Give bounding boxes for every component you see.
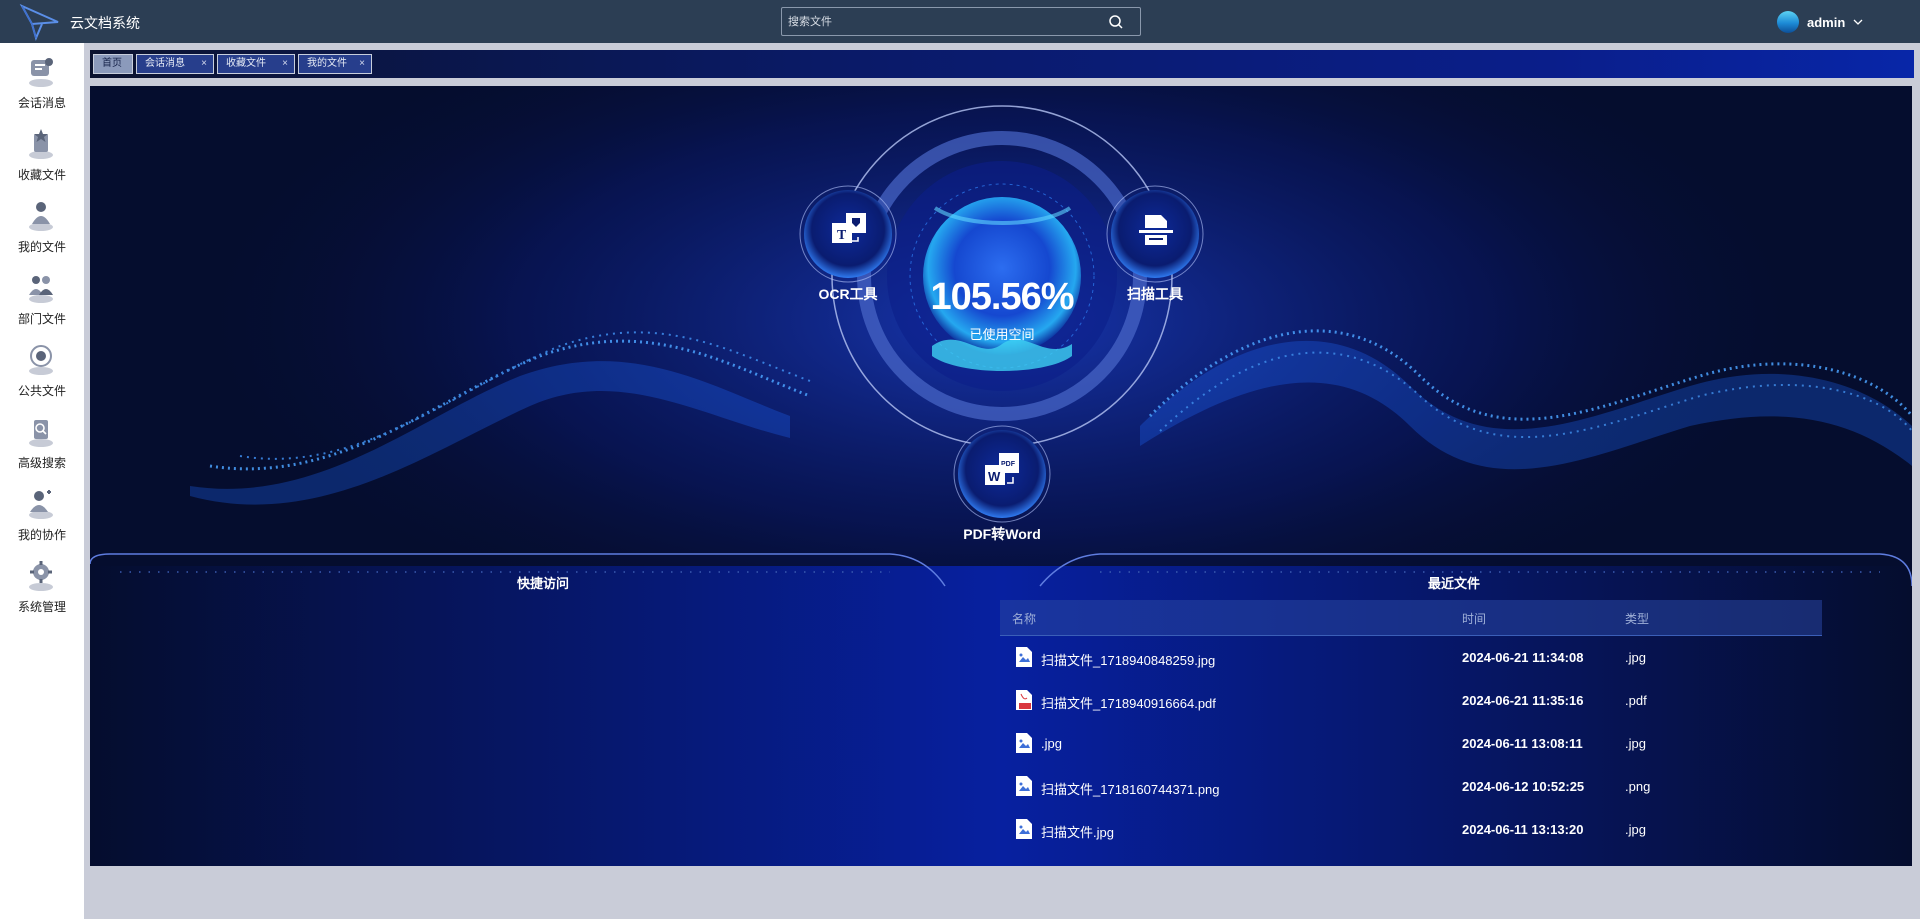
table-row[interactable]: 扫描文件_1718940848259.jpg 2024-06-21 11:34:… xyxy=(1000,636,1822,679)
recent-files-title: 最近文件 xyxy=(1428,576,1481,591)
sidebar-item-label: 部门文件 xyxy=(17,312,66,326)
scanner-icon xyxy=(1139,215,1173,245)
my-files-icon xyxy=(29,202,53,231)
advanced-search-icon xyxy=(29,420,53,447)
search-icon[interactable] xyxy=(1108,14,1124,30)
sidebar-item-label: 收藏文件 xyxy=(17,168,66,182)
user-name[interactable]: admin xyxy=(1807,15,1845,30)
file-time: 2024-06-11 13:13:20 xyxy=(1462,822,1584,837)
search-input[interactable] xyxy=(782,8,1082,35)
table-header: 名称 时间 类型 xyxy=(1000,600,1822,636)
file-type: .jpg xyxy=(1625,736,1646,751)
file-type: .png xyxy=(1625,779,1651,794)
page-bottom-area xyxy=(84,866,1920,919)
image-file-icon xyxy=(1016,819,1032,839)
sidebar-item-department[interactable]: 部门文件 xyxy=(0,265,84,337)
file-time: 2024-06-12 10:52:25 xyxy=(1462,779,1585,794)
tabs-bar: 首页 会话消息 × 收藏文件 × 我的文件 × xyxy=(90,50,1914,78)
tab-my-files[interactable]: 我的文件 × xyxy=(298,54,372,74)
sidebar-item-favorites[interactable]: 收藏文件 xyxy=(0,121,84,193)
file-type: .pdf xyxy=(1625,693,1647,708)
pdf-file-icon xyxy=(1016,690,1032,710)
column-header-type: 类型 xyxy=(1625,612,1650,626)
image-file-icon xyxy=(1016,776,1032,796)
sidebar-item-label: 会话消息 xyxy=(17,96,66,110)
quick-access-title: 快捷访问 xyxy=(517,576,570,591)
chat-icon xyxy=(29,58,53,87)
chevron-down-icon[interactable] xyxy=(1853,17,1863,27)
logo-icon xyxy=(19,3,59,41)
sidebar-item-label: 系统管理 xyxy=(17,600,66,614)
table-row[interactable]: 扫描文件_1718160744371.png 2024-06-12 10:52:… xyxy=(1000,765,1822,808)
sidebar: 会话消息 收藏文件 我的文件 部门文件 公共文件 高级搜索 我的协作 系统管理 xyxy=(0,43,84,919)
collaboration-icon xyxy=(29,490,53,519)
sidebar-item-label: 我的文件 xyxy=(17,240,66,254)
file-name[interactable]: 扫描文件_1718940848259.jpg xyxy=(1041,650,1215,669)
image-file-icon xyxy=(1016,647,1032,667)
ocr-icon: T xyxy=(832,213,866,243)
pdf-to-word-label: PDF转Word xyxy=(963,526,1041,542)
sidebar-item-collaboration[interactable]: 我的协作 xyxy=(0,481,84,553)
column-header-time: 时间 xyxy=(1462,612,1487,626)
sidebar-item-my-files[interactable]: 我的文件 xyxy=(0,193,84,265)
ocr-tool-label: OCR工具 xyxy=(818,286,878,302)
pdf-to-word-button[interactable]: PDF W PDF转Word xyxy=(957,429,1047,542)
tab-label: 首页 xyxy=(102,58,122,69)
tab-home[interactable]: 首页 xyxy=(93,54,133,74)
tab-favorites[interactable]: 收藏文件 × xyxy=(217,54,295,74)
sidebar-item-label: 我的协作 xyxy=(17,528,66,542)
scan-tool-button[interactable]: 扫描工具 xyxy=(1110,189,1200,302)
storage-usage-value: 105.56% xyxy=(930,276,1074,318)
settings-icon xyxy=(29,561,53,591)
recent-files-table: 名称 时间 类型 扫描文件_1718940848259.jpg 2024-06-… xyxy=(1000,600,1822,851)
file-name[interactable]: 扫描文件.jpg xyxy=(1041,822,1114,841)
sidebar-item-chat[interactable]: 会话消息 xyxy=(0,49,84,121)
file-time: 2024-06-21 11:35:16 xyxy=(1462,693,1584,708)
scan-tool-label: 扫描工具 xyxy=(1127,286,1183,302)
file-time: 2024-06-21 11:34:08 xyxy=(1462,650,1584,665)
sidebar-item-system[interactable]: 系统管理 xyxy=(0,553,84,625)
file-type: .jpg xyxy=(1625,822,1646,837)
sidebar-item-advanced-search[interactable]: 高级搜索 xyxy=(0,409,84,481)
file-type: .jpg xyxy=(1625,650,1646,665)
file-name[interactable]: 扫描文件_1718940916664.pdf xyxy=(1041,693,1216,712)
tab-label: 会话消息 xyxy=(145,58,185,69)
storage-usage-label: 已使用空间 xyxy=(969,327,1035,342)
sidebar-item-public[interactable]: 公共文件 xyxy=(0,337,84,409)
close-icon[interactable]: × xyxy=(201,55,207,73)
table-row[interactable]: 扫描文件_1718940916664.pdf 2024-06-21 11:35:… xyxy=(1000,679,1822,722)
table-row[interactable]: 扫描文件.jpg 2024-06-11 13:13:20 .jpg xyxy=(1000,808,1822,851)
ocr-tool-button[interactable]: T OCR工具 xyxy=(803,189,893,302)
department-icon xyxy=(29,276,53,303)
avatar[interactable] xyxy=(1777,11,1799,33)
pdf-to-word-icon: PDF W xyxy=(985,453,1019,485)
public-files-icon xyxy=(29,345,53,375)
tab-label: 我的文件 xyxy=(307,58,347,69)
file-name[interactable]: .jpg xyxy=(1041,736,1062,751)
close-icon[interactable]: × xyxy=(282,55,288,73)
tab-chat[interactable]: 会话消息 × xyxy=(136,54,214,74)
tab-label: 收藏文件 xyxy=(226,58,266,69)
table-row[interactable]: .jpg 2024-06-11 13:08:11 .jpg xyxy=(1000,722,1822,765)
image-file-icon xyxy=(1016,733,1032,753)
file-time: 2024-06-11 13:08:11 xyxy=(1462,736,1583,751)
file-name[interactable]: 扫描文件_1718160744371.png xyxy=(1041,779,1220,798)
svg-text:W: W xyxy=(988,469,1001,484)
close-icon[interactable]: × xyxy=(359,55,365,73)
sidebar-item-label: 公共文件 xyxy=(17,384,66,398)
search-box xyxy=(781,7,1141,36)
tab-strip-divider xyxy=(90,78,1914,86)
column-header-name: 名称 xyxy=(1012,612,1037,626)
svg-text:T: T xyxy=(837,228,847,243)
user-menu[interactable]: admin xyxy=(1777,11,1863,33)
sidebar-item-label: 高级搜索 xyxy=(17,456,66,470)
app-title: 云文档系统 xyxy=(70,15,140,31)
top-header: 云文档系统 admin xyxy=(0,0,1920,43)
favorite-icon xyxy=(29,129,53,159)
